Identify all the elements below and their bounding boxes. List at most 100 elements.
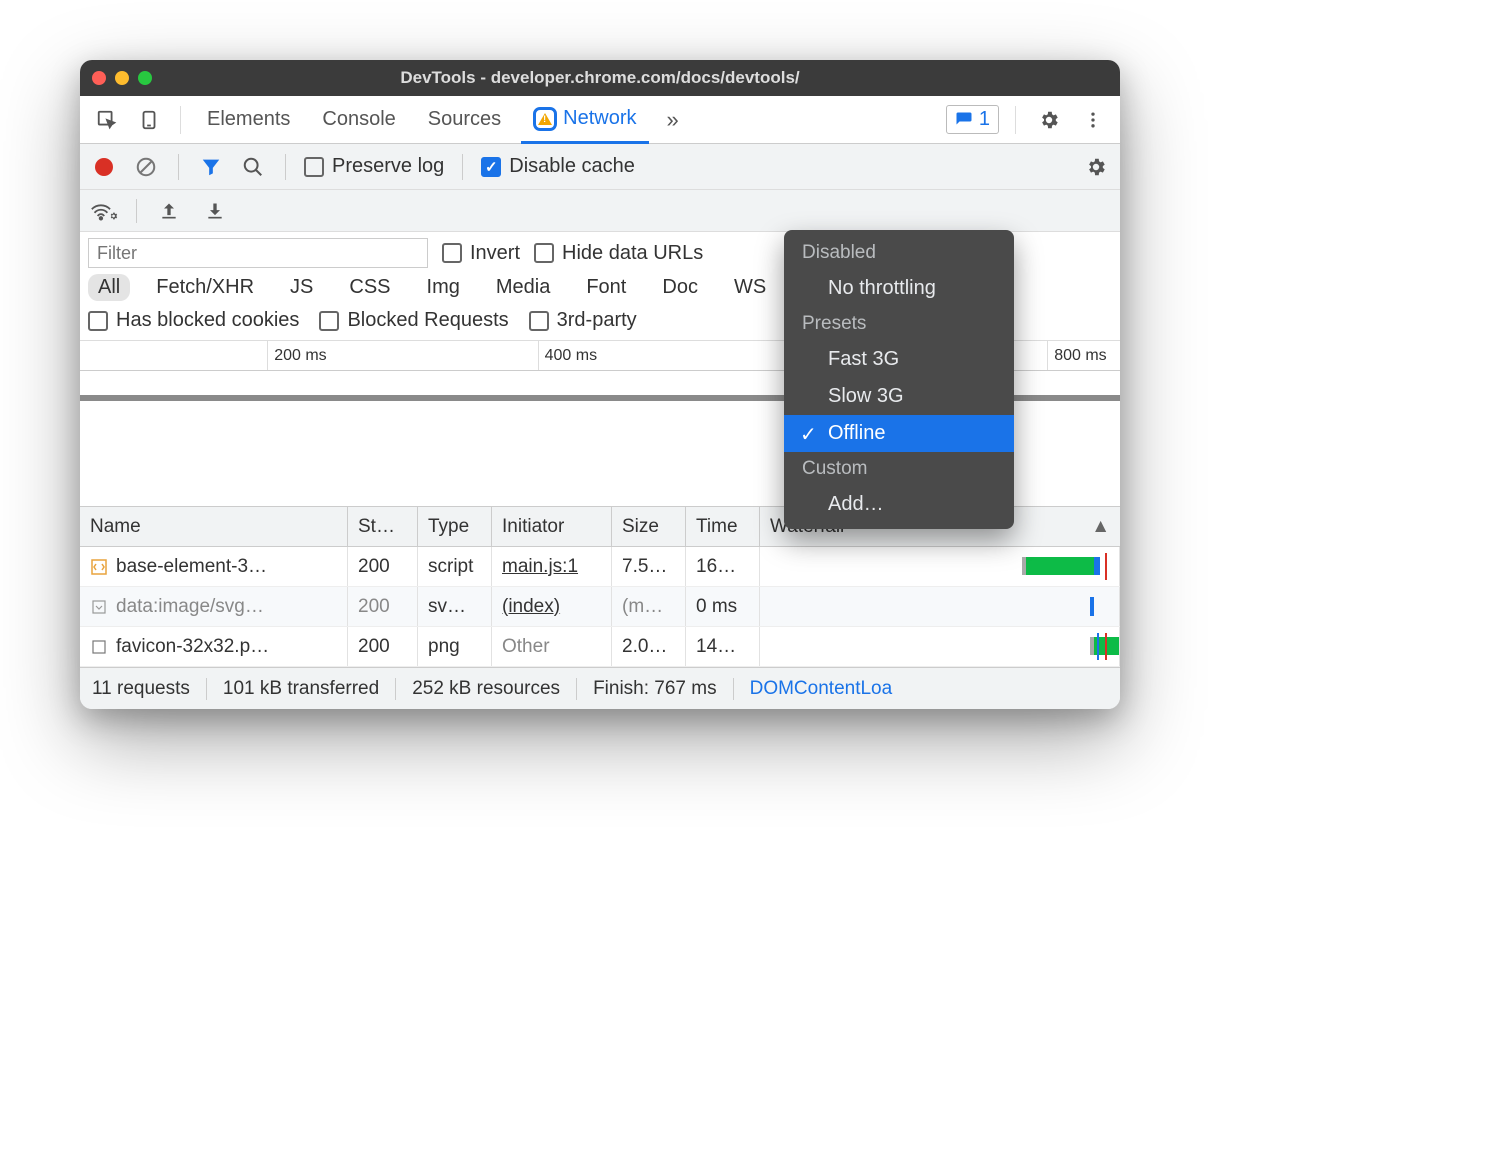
status-finish: Finish: 767 ms: [577, 678, 734, 700]
filter-icon[interactable]: [197, 153, 225, 181]
tab-label: Sources: [428, 108, 501, 131]
record-button[interactable]: [90, 153, 118, 181]
status-requests: 11 requests: [92, 678, 207, 700]
checkbox-label: Invert: [470, 242, 520, 265]
checkbox-icon: [442, 243, 462, 263]
preserve-log-checkbox[interactable]: Preserve log: [304, 155, 444, 178]
column-header-name[interactable]: Name: [80, 507, 348, 546]
throttling-option-offline[interactable]: Offline: [784, 415, 1014, 452]
dropdown-section-label: Presets: [784, 307, 1014, 341]
status-dcl: DOMContentLoa: [734, 678, 893, 700]
settings-icon[interactable]: [1032, 103, 1066, 137]
devtools-window: DevTools - developer.chrome.com/docs/dev…: [80, 60, 1120, 709]
tab-sources[interactable]: Sources: [416, 96, 513, 143]
filter-chip-font[interactable]: Font: [576, 274, 636, 301]
upload-har-icon[interactable]: [155, 197, 183, 225]
network-settings-icon[interactable]: [1082, 153, 1110, 181]
request-status: 200: [358, 596, 390, 618]
tab-label: Network: [563, 107, 636, 130]
main-tabbar: Elements Console Sources Network » 1: [80, 96, 1120, 144]
column-header-type[interactable]: Type: [418, 507, 492, 546]
request-row[interactable]: data:image/svg… 200 sv… (index) (m… 0 ms: [80, 587, 1120, 627]
checkbox-label: Preserve log: [332, 155, 444, 178]
status-bar: 11 requests 101 kB transferred 252 kB re…: [80, 667, 1120, 709]
request-row[interactable]: favicon-32x32.p… 200 png Other 2.0… 14…: [80, 627, 1120, 667]
column-header-status[interactable]: St…: [348, 507, 418, 546]
separator: [180, 106, 181, 134]
blocked-requests-checkbox[interactable]: Blocked Requests: [319, 309, 508, 332]
device-toggle-icon[interactable]: [132, 103, 166, 137]
request-time: 16…: [696, 556, 736, 578]
document-file-icon: [90, 638, 108, 656]
checkbox-label: 3rd-party: [557, 309, 637, 332]
tab-network[interactable]: Network: [521, 97, 648, 144]
filter-chip-media[interactable]: Media: [486, 274, 560, 301]
request-row[interactable]: base-element-3… 200 script main.js:1 7.5…: [80, 547, 1120, 587]
titlebar: DevTools - developer.chrome.com/docs/dev…: [80, 60, 1120, 96]
throttling-option-add[interactable]: Add…: [784, 486, 1014, 523]
network-toolbar: Preserve log Disable cache: [80, 144, 1120, 190]
dropdown-section-label: Custom: [784, 452, 1014, 486]
throttling-option-slow-3g[interactable]: Slow 3G: [784, 378, 1014, 415]
has-blocked-cookies-checkbox[interactable]: Has blocked cookies: [88, 309, 299, 332]
hide-data-urls-checkbox[interactable]: Hide data URLs: [534, 242, 703, 265]
throttling-option-fast-3g[interactable]: Fast 3G: [784, 341, 1014, 378]
status-resources: 252 kB resources: [396, 678, 577, 700]
filter-chip-doc[interactable]: Doc: [652, 274, 708, 301]
filter-chip-fetch[interactable]: Fetch/XHR: [146, 274, 264, 301]
filter-chip-css[interactable]: CSS: [339, 274, 400, 301]
network-toolbar-secondary: [80, 190, 1120, 232]
search-icon[interactable]: [239, 153, 267, 181]
request-status: 200: [358, 636, 390, 658]
request-name: base-element-3…: [116, 556, 267, 578]
filter-chip-all[interactable]: All: [88, 274, 130, 301]
request-name: data:image/svg…: [116, 596, 264, 618]
sort-indicator-icon: ▲: [1091, 516, 1110, 538]
column-header-size[interactable]: Size: [612, 507, 686, 546]
checkbox-icon: [534, 243, 554, 263]
download-har-icon[interactable]: [201, 197, 229, 225]
request-size: (m…: [622, 596, 663, 618]
clear-icon[interactable]: [132, 153, 160, 181]
disable-cache-checkbox[interactable]: Disable cache: [481, 155, 635, 178]
separator: [285, 154, 286, 180]
tab-console[interactable]: Console: [310, 96, 407, 143]
separator: [178, 154, 179, 180]
request-initiator[interactable]: main.js:1: [502, 556, 578, 578]
separator: [1015, 106, 1016, 134]
network-conditions-icon[interactable]: [90, 197, 118, 225]
column-header-initiator[interactable]: Initiator: [492, 507, 612, 546]
request-time: 14…: [696, 636, 736, 658]
throttling-option-no-throttling[interactable]: No throttling: [784, 270, 1014, 307]
checkbox-label: Hide data URLs: [562, 242, 703, 265]
tab-elements[interactable]: Elements: [195, 96, 302, 143]
checkbox-label: Disable cache: [509, 155, 635, 178]
checkbox-icon: [481, 157, 501, 177]
filter-input[interactable]: [88, 238, 428, 268]
warning-icon: [533, 107, 557, 131]
invert-checkbox[interactable]: Invert: [442, 242, 520, 265]
column-header-time[interactable]: Time: [686, 507, 760, 546]
request-time: 0 ms: [696, 596, 737, 618]
third-party-checkbox[interactable]: 3rd-party: [529, 309, 637, 332]
request-type: png: [428, 636, 460, 658]
inspect-element-icon[interactable]: [90, 103, 124, 137]
checkbox-icon: [319, 311, 339, 331]
waterfall-load-mark: [1105, 633, 1107, 660]
waterfall-bar: [1022, 557, 1094, 575]
issues-button[interactable]: 1: [946, 105, 999, 134]
waterfall-dcl-mark: [1097, 633, 1099, 660]
generic-file-icon: [90, 598, 108, 616]
filter-chip-img[interactable]: Img: [417, 274, 470, 301]
filter-chip-js[interactable]: JS: [280, 274, 323, 301]
checkbox-icon: [88, 311, 108, 331]
request-initiator[interactable]: (index): [502, 596, 560, 618]
separator: [462, 154, 463, 180]
waterfall-load-mark: [1105, 553, 1107, 580]
issues-count: 1: [979, 108, 990, 131]
kebab-menu-icon[interactable]: [1076, 103, 1110, 137]
more-tabs-button[interactable]: »: [657, 107, 689, 133]
filter-chip-ws[interactable]: WS: [724, 274, 776, 301]
request-type: sv…: [428, 596, 466, 618]
checkbox-icon: [529, 311, 549, 331]
